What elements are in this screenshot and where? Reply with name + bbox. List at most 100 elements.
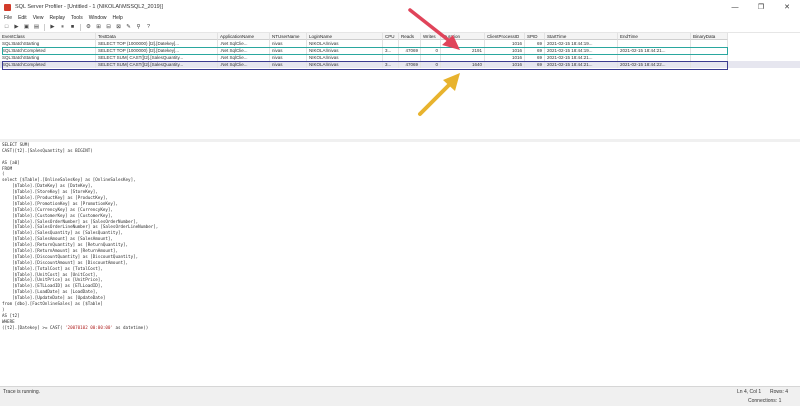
cell-ntusername: nivas — [270, 47, 307, 54]
filter-icon[interactable]: ⚲ — [135, 24, 142, 31]
menu-help[interactable]: Help — [113, 15, 123, 21]
cell-ntusername: nivas — [270, 61, 307, 68]
status-bar-connections: Connections: 1 — [0, 398, 800, 406]
cell-loginname: NIKOLAI\nivas — [307, 61, 383, 68]
cell-ntusername: nivas — [270, 40, 307, 47]
help-icon[interactable]: ? — [145, 24, 152, 31]
cell-clientprocessid: 1016 — [485, 40, 525, 47]
profiler-app-icon — [4, 3, 11, 11]
cell-clientprocessid: 1016 — [485, 54, 525, 61]
edit-icon[interactable]: ✎ — [125, 24, 132, 31]
cell-writes — [421, 54, 441, 61]
menu-tools[interactable]: Tools — [71, 15, 83, 21]
cell-reads: 47069 — [399, 61, 421, 68]
cell-writes: 0 — [421, 47, 441, 54]
col-header-loginname[interactable]: LoginName — [307, 33, 383, 40]
cell-reads — [399, 54, 421, 61]
cell-loginname: NIKOLAI\nivas — [307, 47, 383, 54]
properties-icon[interactable]: ▤ — [33, 24, 40, 31]
open-icon[interactable]: ▶ — [13, 24, 20, 31]
menu-edit[interactable]: Edit — [18, 15, 27, 21]
cell-spid: 69 — [525, 61, 545, 68]
cell-eventclass: SQL:BatchCompleted — [0, 61, 96, 68]
table-row[interactable]: SQL:BatchStarting SELECT TOP (1000000) [… — [0, 40, 800, 47]
table-row[interactable]: SQL:BatchCompleted SELECT TOP (1000000) … — [0, 47, 800, 54]
col-header-eventclass[interactable]: EventClass — [0, 33, 96, 40]
menu-file[interactable]: File — [4, 15, 12, 21]
cell-binarydata — [691, 61, 728, 68]
run-trace-icon[interactable]: ▶ — [49, 24, 56, 31]
col-header-starttime[interactable]: StartTime — [545, 33, 618, 40]
find-icon[interactable]: ⊟ — [105, 24, 112, 31]
cell-binarydata — [691, 54, 728, 61]
cell-endtime — [618, 54, 691, 61]
cell-starttime: 2021-02-15 18:44:21... — [545, 54, 618, 61]
save-icon[interactable]: ▣ — [23, 24, 30, 31]
sql-text-pane[interactable]: SELECT SUM(CAST([t2].[SalesQuantity] as … — [0, 142, 800, 386]
cell-starttime: 2021-02-15 18:44:19... — [545, 40, 618, 47]
cell-clientprocessid: 1016 — [485, 61, 525, 68]
cell-applicationname: .Net SqlClie... — [218, 40, 270, 47]
col-header-endtime[interactable]: EndTime — [618, 33, 691, 40]
cell-duration — [441, 40, 485, 47]
sql-line: ([t2].[Datekey] >= CAST( '20070102 00:00… — [2, 324, 149, 330]
cell-applicationname: .Net SqlClie... — [218, 61, 270, 68]
cell-eventclass: SQL:BatchCompleted — [0, 47, 96, 54]
col-header-writes[interactable]: Writes — [421, 33, 441, 40]
col-header-spid[interactable]: SPID — [525, 33, 545, 40]
cell-starttime: 2021-02-15 18:44:21... — [545, 61, 618, 68]
cell-loginname: NIKOLAI\nivas — [307, 54, 383, 61]
menu-view[interactable]: View — [33, 15, 44, 21]
cell-spid: 69 — [525, 47, 545, 54]
col-header-cpu[interactable]: CPU — [383, 33, 399, 40]
cell-reads — [399, 40, 421, 47]
cell-duration: 2191 — [441, 47, 485, 54]
cell-binarydata — [691, 40, 728, 47]
close-icon[interactable]: ✕ — [774, 0, 800, 14]
toolbar-separator — [80, 23, 81, 31]
pause-trace-icon[interactable]: ⏸ — [59, 24, 66, 31]
menu-replay[interactable]: Replay — [49, 15, 65, 21]
cell-endtime: 2021-02-15 18:44:21... — [618, 47, 691, 54]
col-header-textdata[interactable]: TextData — [96, 33, 218, 40]
grid-header-row: EventClass TextData ApplicationName NTUs… — [0, 33, 800, 40]
toolbar: □ ▶ ▣ ▤ ▶ ⏸ ■ ⚙ ⊞ ⊟ ⊠ ✎ ⚲ ? — [0, 22, 800, 33]
cell-reads: 47069 — [399, 47, 421, 54]
restore-icon[interactable]: ❐ — [748, 0, 774, 14]
cell-spid: 69 — [525, 40, 545, 47]
cell-cpu: 3... — [383, 47, 399, 54]
clear-window-icon[interactable]: ⊞ — [95, 24, 102, 31]
cell-ntusername: nivas — [270, 54, 307, 61]
col-header-clientprocessid[interactable]: ClientProcessID — [485, 33, 525, 40]
minimize-icon[interactable]: — — [722, 0, 748, 14]
cell-loginname: NIKOLAI\nivas — [307, 40, 383, 47]
templates-icon[interactable]: ⊠ — [115, 24, 122, 31]
stop-trace-icon[interactable]: ■ — [69, 24, 76, 31]
window-controls: — ❐ ✕ — [722, 0, 800, 14]
col-header-applicationname[interactable]: ApplicationName — [218, 33, 270, 40]
trace-events-grid: EventClass TextData ApplicationName NTUs… — [0, 33, 800, 140]
col-header-duration[interactable]: Duration — [441, 33, 485, 40]
cell-textdata: SELECT TOP (1000000) [t2].[Datekey]... — [96, 47, 218, 54]
cell-cpu — [383, 54, 399, 61]
col-header-binarydata[interactable]: BinaryData — [691, 33, 728, 40]
title-bar: SQL Server Profiler - [Untitled - 1 (NIK… — [0, 0, 800, 14]
cell-clientprocessid: 1016 — [485, 47, 525, 54]
toolbar-separator — [44, 23, 45, 31]
cell-binarydata — [691, 47, 728, 54]
col-header-reads[interactable]: Reads — [399, 33, 421, 40]
cell-cpu — [383, 40, 399, 47]
trace-status-text: Trace is running. — [3, 389, 41, 395]
menu-window[interactable]: Window — [89, 15, 107, 21]
cell-endtime — [618, 40, 691, 47]
col-header-ntusername[interactable]: NTUserName — [270, 33, 307, 40]
cursor-position: Ln 4, Col 1 — [737, 389, 762, 395]
cell-duration — [441, 54, 485, 61]
cell-applicationname: .Net SqlClie... — [218, 47, 270, 54]
trace-properties-icon[interactable]: ⚙ — [85, 24, 92, 31]
table-row[interactable]: SQL:BatchStarting SELECT SUM( CAST([t2].… — [0, 54, 800, 61]
new-trace-icon[interactable]: □ — [3, 24, 10, 31]
cell-spid: 69 — [525, 54, 545, 61]
sql-string-literal: '20070102 00:00:00' — [65, 324, 113, 330]
table-row-selected[interactable]: SQL:BatchCompleted SELECT SUM( CAST([t2]… — [0, 61, 800, 68]
